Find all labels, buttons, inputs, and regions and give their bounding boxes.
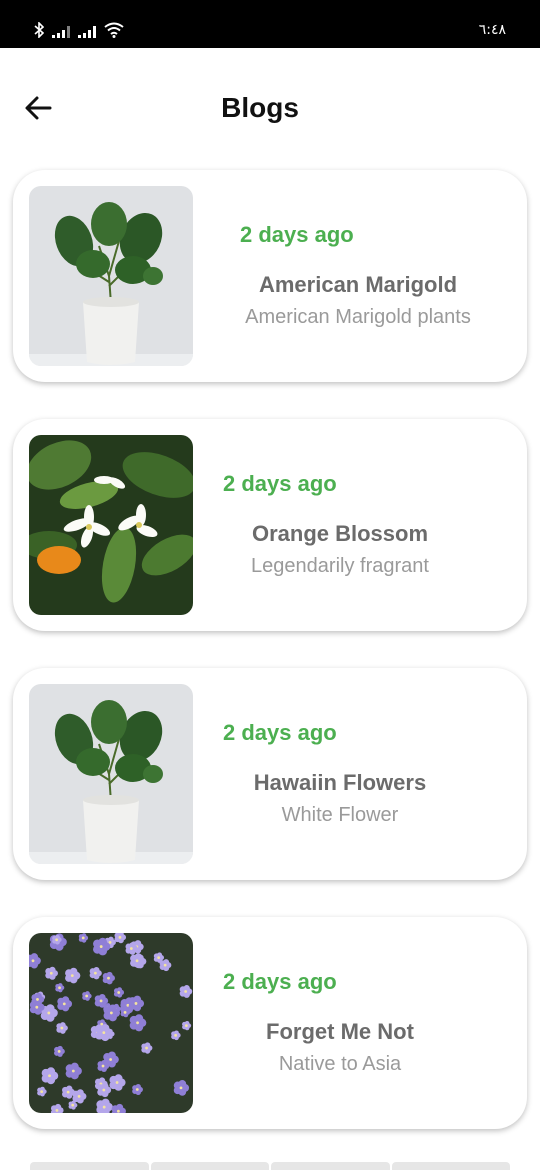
page-title: Blogs [221,92,299,123]
blog-card-text: 2 days ago Hawaiin Flowers White Flower [193,668,527,880]
signal-icon [78,26,96,38]
blog-title: Forget Me Not [266,1019,414,1044]
blog-thumbnail [29,684,193,864]
status-icons [34,22,124,38]
blog-subtitle: White Flower [281,804,399,826]
blog-card-text: 2 days ago Forget Me Not Native to Asia [193,917,527,1129]
blog-card[interactable]: 2 days ago Orange Blossom Legendarily fr… [13,419,527,631]
blog-subtitle: Legendarily fragrant [251,555,429,577]
status-time: ٦:٤٨ [478,22,506,38]
blog-card[interactable]: 2 days ago Hawaiin Flowers White Flower [13,668,527,880]
blog-card[interactable]: 2 days ago American Marigold American Ma… [13,170,527,382]
blog-thumbnail [29,933,193,1113]
blog-thumbnail [29,186,193,366]
blog-thumbnail [29,435,193,615]
time-ago-label: 2 days ago [223,471,337,496]
signal-icon [52,26,70,38]
app-header: Blogs [0,48,540,168]
time-ago-label: 2 days ago [223,969,337,994]
time-ago-label: 2 days ago [223,720,337,745]
blog-card[interactable]: 2 days ago Forget Me Not Native to Asia [13,917,527,1129]
wifi-icon [104,22,124,38]
blog-card-text: 2 days ago Orange Blossom Legendarily fr… [193,419,527,631]
bluetooth-icon [34,22,44,38]
status-bar: ٦:٤٨ [0,0,540,48]
blog-title: Hawaiin Flowers [253,770,427,795]
blog-card-text: 2 days ago American Marigold American Ma… [193,170,527,382]
blog-title: American Marigold [258,272,458,297]
blog-subtitle: Native to Asia [278,1053,402,1075]
next-card-peek [30,1162,510,1170]
blog-title: Orange Blossom [251,521,429,546]
time-ago-label: 2 days ago [240,222,354,247]
blog-subtitle: American Marigold plants [245,306,471,328]
